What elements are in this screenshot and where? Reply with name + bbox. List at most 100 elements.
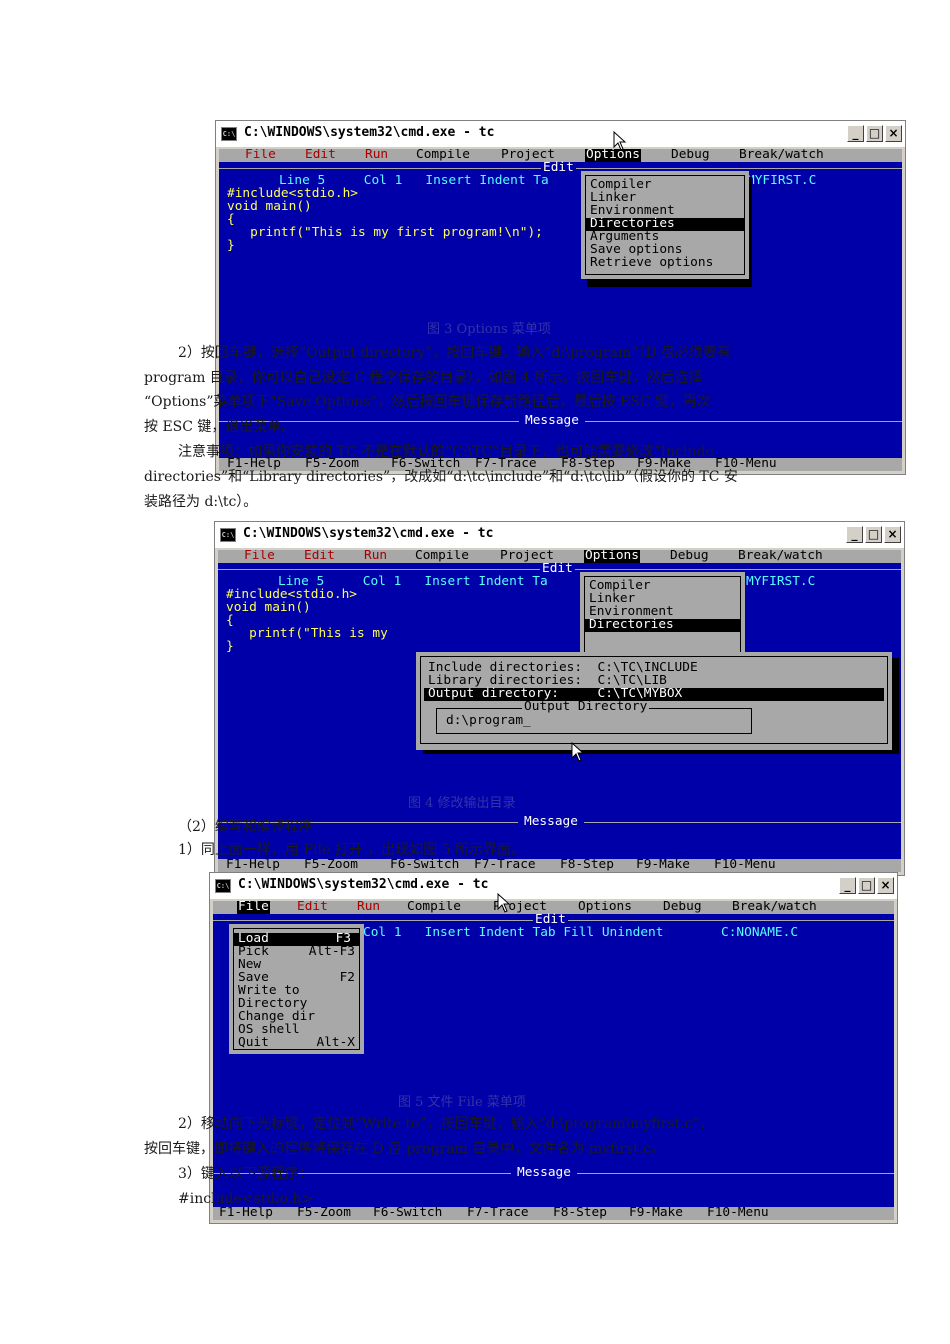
minimize-button[interactable]: _ <box>839 877 856 894</box>
menu-debug[interactable]: Debug <box>670 550 709 563</box>
close-button[interactable]: × <box>884 526 901 543</box>
paragraph-line-1: 2）按回车键，选择“Output directory”，按回车键，输入“d:\p… <box>178 345 732 361</box>
cmd-icon: C:\ <box>215 879 231 893</box>
code-line-5: } <box>226 639 234 654</box>
maximize-button[interactable]: □ <box>858 877 875 894</box>
code-line-2: void main() <box>226 600 311 615</box>
cmd-icon: C:\ <box>221 127 237 141</box>
function-key-bar: F1-Help F5-Zoom F6-Switch F7-Trace F8-St… <box>213 1206 894 1220</box>
figure-5-caption: 图 5 文件 File 菜单项 <box>398 1095 526 1110</box>
fkey-make[interactable]: F9-Make <box>636 858 690 872</box>
fkey-menu[interactable]: F10-Menu <box>707 1206 769 1220</box>
menu-edit[interactable]: Edit <box>304 550 335 563</box>
options-dropdown: Compiler Linker Environment Directories <box>580 572 745 658</box>
file-item-shortcut: Alt-F3 <box>308 944 355 959</box>
file-item-quit[interactable]: Quit Alt-X <box>238 1035 355 1050</box>
menu-debug[interactable]: Debug <box>663 901 702 914</box>
note-line-1: 注意事项：如果你安装的 TC 不是在默认的“C:\TC”目录下，也可能需要修改“… <box>178 444 714 460</box>
menu-run-label: Run <box>357 901 381 914</box>
message-title: Message <box>511 1166 577 1180</box>
menu-edit-label: Edit <box>297 901 328 914</box>
console-window-directories: C:\ C:\WINDOWS\system32\cmd.exe - tc _ □… <box>214 521 905 876</box>
editor-status-line: Col 1 Insert Indent Tab Fill Unindent <box>363 925 664 940</box>
fkey-make[interactable]: F9-Make <box>629 1206 683 1220</box>
step-3-text: 3）键入以下源程序： <box>178 1166 313 1182</box>
file-item-shortcut: F2 <box>339 970 355 985</box>
menu-debug[interactable]: Debug <box>671 149 710 162</box>
mouse-cursor-icon <box>497 893 511 913</box>
mouse-cursor-icon <box>613 131 627 151</box>
file-item-label: Quit <box>238 1035 269 1050</box>
editor-filename: C:NONAME.C <box>721 925 799 940</box>
menu-edit[interactable]: Edit <box>305 149 336 162</box>
output-directory-input-title: Output Directory <box>522 699 650 714</box>
maximize-button[interactable]: □ <box>866 125 883 142</box>
menu-file[interactable]: File <box>244 550 275 563</box>
editor-filename: MYFIRST.C <box>747 173 817 188</box>
menu-break-watch[interactable]: Break/watch <box>738 550 823 563</box>
options-dropdown: Compiler Linker Environment Directories … <box>581 171 749 279</box>
window-title-bar[interactable]: C:\ C:\WINDOWS\system32\cmd.exe - tc _ □… <box>210 873 897 899</box>
menu-break-watch[interactable]: Break/watch <box>739 149 824 162</box>
close-button[interactable]: × <box>885 125 902 142</box>
tc-screen: File Edit Run Compile Project Options De… <box>213 901 894 1220</box>
close-button[interactable]: × <box>877 877 894 894</box>
step-1-text: 1）同上面一样，用 File 打开 ，出现如图 5 所示界面。 <box>178 842 526 858</box>
maximize-button[interactable]: □ <box>865 526 882 543</box>
menu-edit[interactable]: Edit <box>297 901 328 914</box>
fkey-switch[interactable]: F6-Switch <box>373 1206 442 1220</box>
paragraph-line-3: “Options”菜单项下“Save Options”，然后按回车键保存新路径后… <box>144 394 711 410</box>
minimize-button[interactable]: _ <box>847 125 864 142</box>
window-title: C:\WINDOWS\system32\cmd.exe - tc <box>243 526 494 541</box>
menu-file[interactable]: File <box>245 149 276 162</box>
fkey-step[interactable]: F8-Step <box>560 858 614 872</box>
file-dropdown: Load F3 Pick Alt-F3 New Save F2 Write to Di… <box>229 924 364 1054</box>
menu-edit-label: Edit <box>305 149 336 162</box>
section-2-heading: （2）编写和编译程序 <box>178 819 313 835</box>
window-title-bar[interactable]: C:\ C:\WINDOWS\system32\cmd.exe - tc _ □… <box>216 121 905 147</box>
options-item-label: Directories <box>589 617 674 632</box>
fkey-trace[interactable]: F7-Trace <box>467 1206 529 1220</box>
directories-dialog: Include directories: C:\TC\INCLUDE Libra… <box>416 652 892 750</box>
menu-compile[interactable]: Compile <box>407 901 461 914</box>
tc-screen: File Edit Run Compile Project Options De… <box>219 149 902 471</box>
cmd-icon: C:\ <box>220 528 236 542</box>
file-item-shortcut: Alt-X <box>316 1035 355 1050</box>
menu-file[interactable]: File <box>237 901 270 914</box>
console-window-options: C:\ C:\WINDOWS\system32\cmd.exe - tc _ □… <box>215 120 906 475</box>
menu-run[interactable]: Run <box>357 901 380 914</box>
menu-run[interactable]: Run <box>365 149 388 162</box>
figure-3-caption: 图 3 Options 菜单项 <box>427 322 551 337</box>
output-directory-row[interactable]: Output directory: C:\TC\MYBOX <box>424 687 884 701</box>
code-line-2: void main() <box>227 199 312 214</box>
paragraph-line-2: program 目录，你可以自己设定 C 程序保存的目录），如图 4 所示。按回… <box>144 370 703 386</box>
menu-edit-label: Edit <box>304 550 335 563</box>
editor-filename: MYFIRST.C <box>746 574 816 589</box>
options-item-directories[interactable]: Directories <box>585 617 740 632</box>
menu-compile[interactable]: Compile <box>415 550 469 563</box>
message-title: Message <box>518 815 584 829</box>
window-title: C:\WINDOWS\system32\cmd.exe - tc <box>244 125 495 140</box>
output-directory-input[interactable]: d:\program_ <box>446 714 531 728</box>
menu-file-label: File <box>244 550 275 563</box>
fkey-menu[interactable]: F10-Menu <box>714 858 776 872</box>
menu-options[interactable]: Options <box>578 901 632 914</box>
figure-4-caption: 图 4 修改输出目录 <box>408 796 516 811</box>
menu-run[interactable]: Run <box>364 550 387 563</box>
note-line-3: 装路径为 d:\tc）。 <box>144 494 258 510</box>
options-item-retrieve-options[interactable]: Retrieve options <box>590 256 713 270</box>
menu-break-watch[interactable]: Break/watch <box>732 901 817 914</box>
fkey-step[interactable]: F8-Step <box>553 1206 607 1220</box>
menu-compile[interactable]: Compile <box>416 149 470 162</box>
window-title-bar[interactable]: C:\ C:\WINDOWS\system32\cmd.exe - tc _ □… <box>215 522 904 548</box>
note-line-2: directories”和“Library directories”，改成如“d… <box>144 469 738 485</box>
menu-options[interactable]: Options <box>584 550 640 563</box>
tc-screen: File Edit Run Compile Project Options De… <box>218 550 901 872</box>
code-line-5: } <box>227 238 235 253</box>
message-title: Message <box>519 414 585 428</box>
menu-run-label: Run <box>365 149 389 162</box>
step-2-line-1: 2）移动向下光标键，定位到“Write to”，按回车键，输入“d:\progr… <box>178 1116 714 1132</box>
minimize-button[interactable]: _ <box>846 526 863 543</box>
mouse-cursor-icon <box>571 742 585 762</box>
code-line-4: printf("This is my first program!\n"); <box>227 225 543 240</box>
